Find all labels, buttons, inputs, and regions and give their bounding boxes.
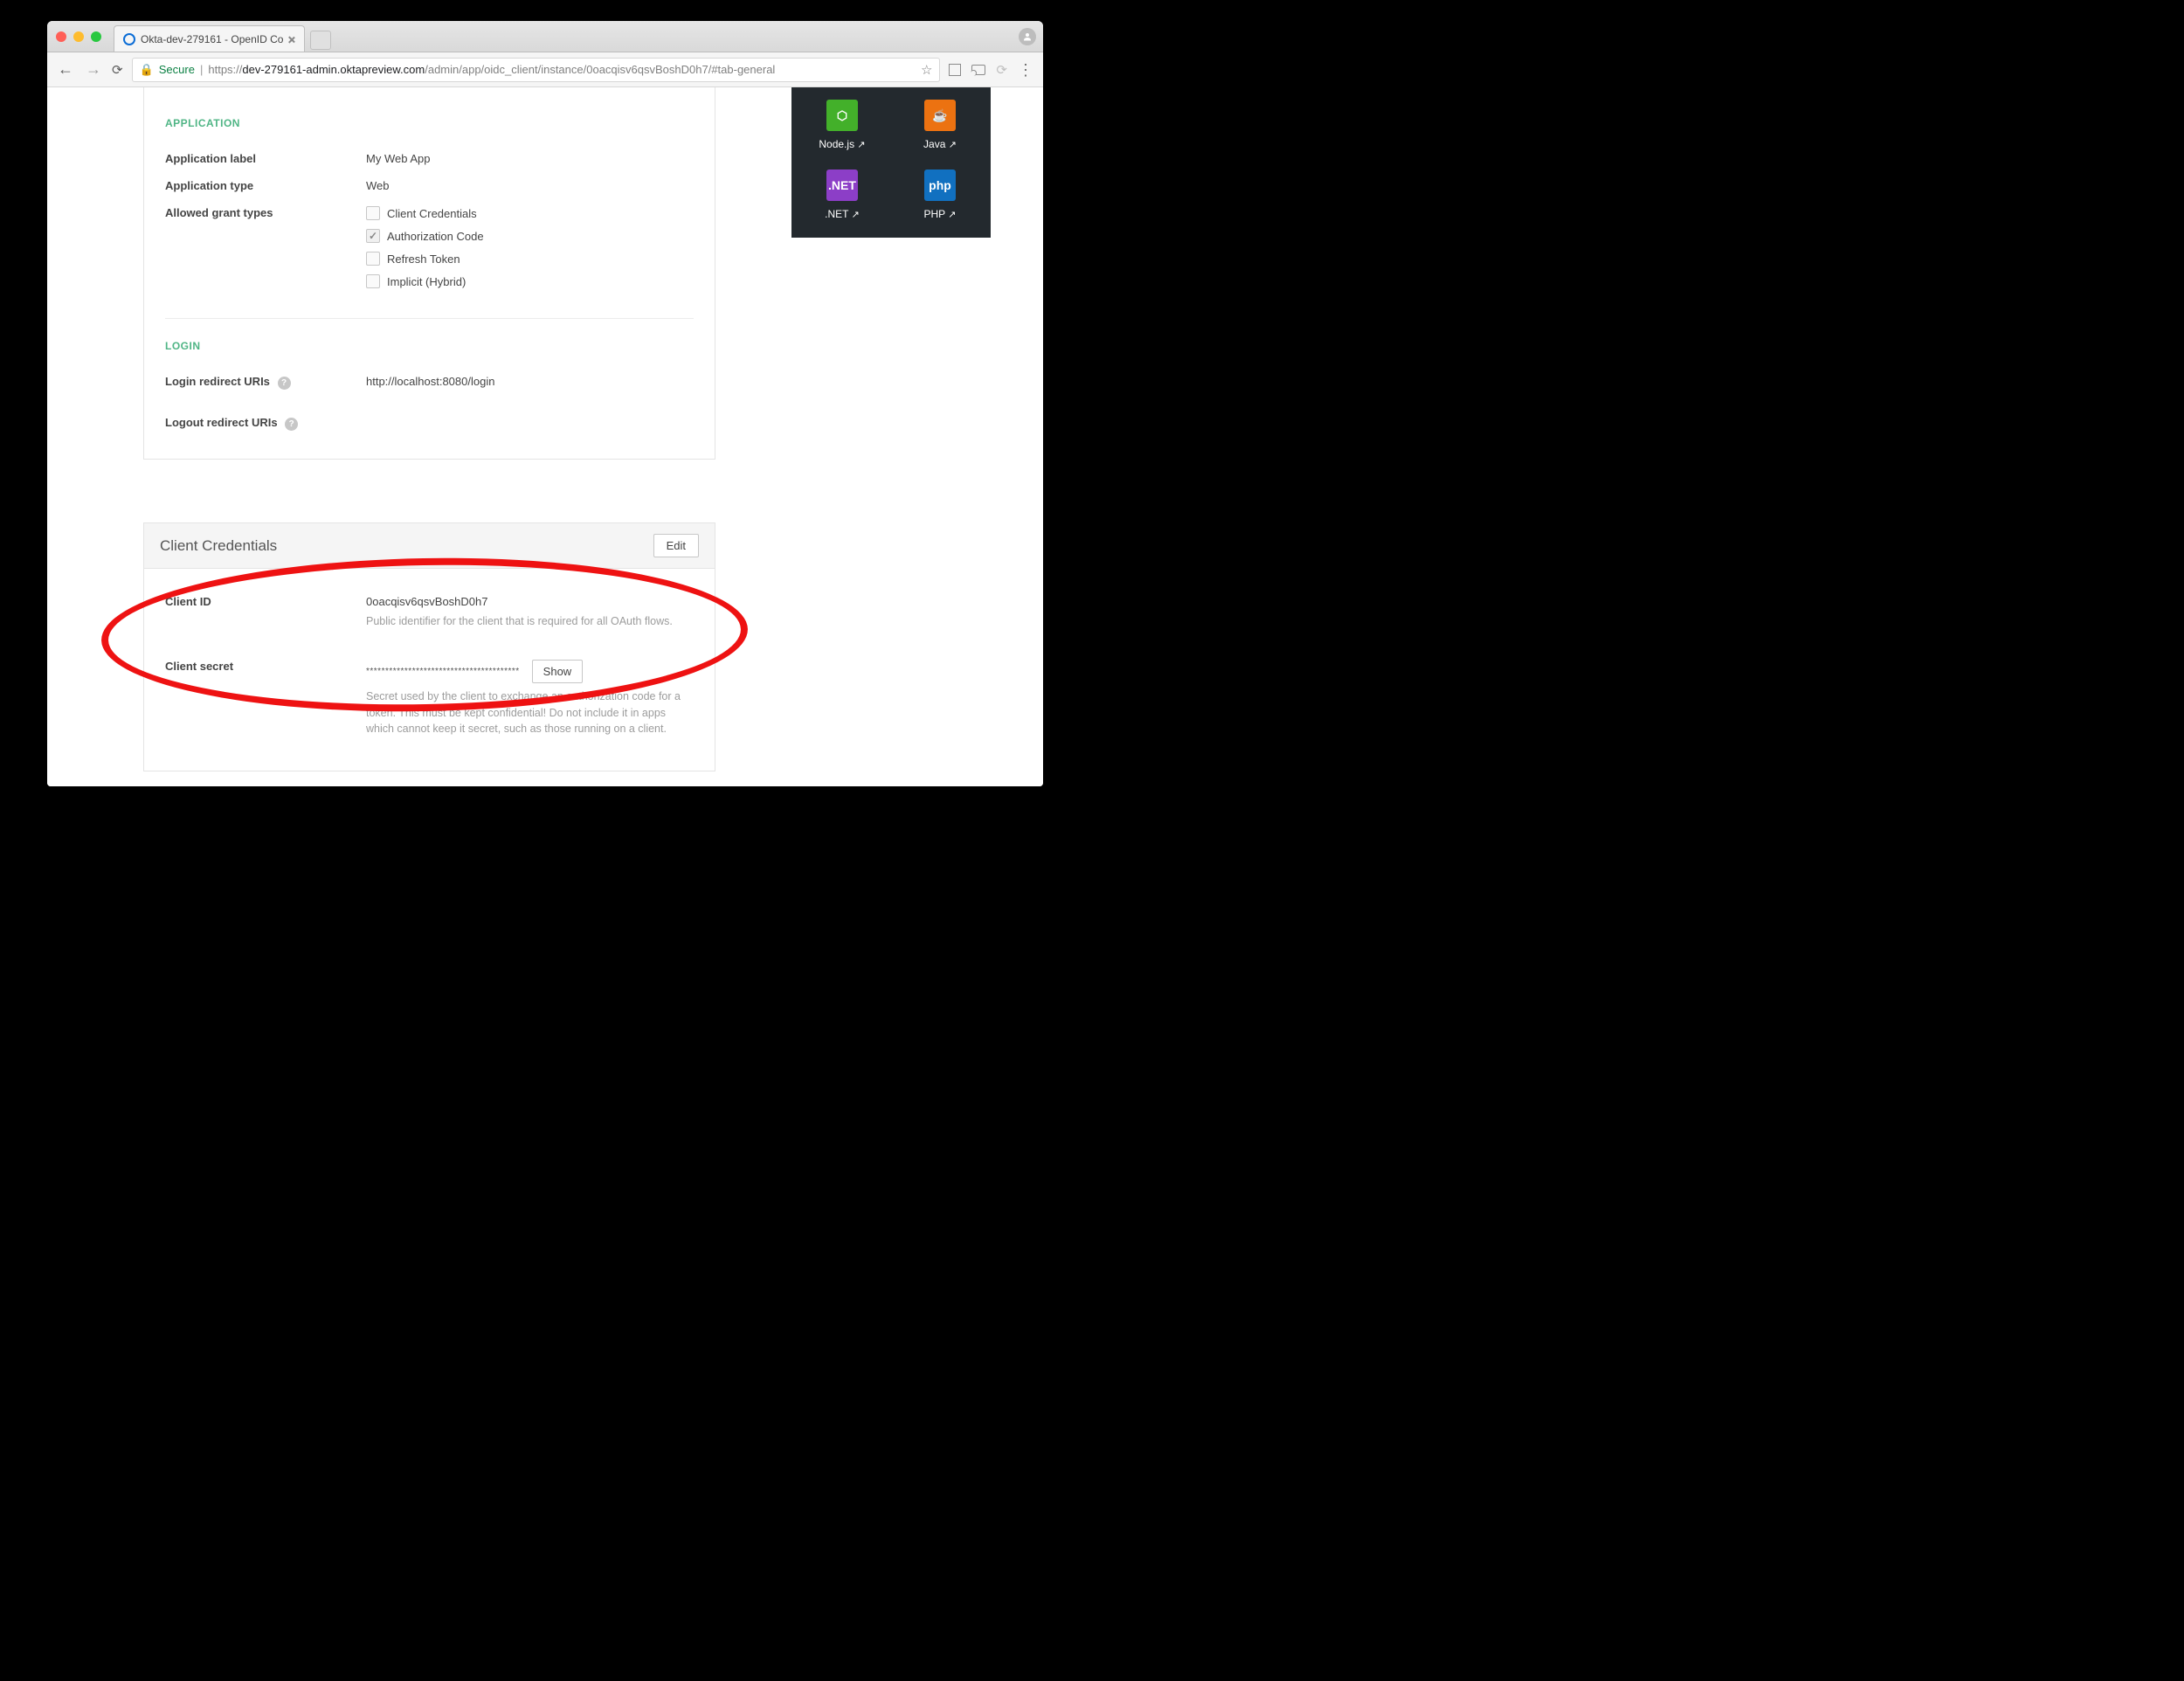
field-login-redirect: Login redirect URIs ? http://localhost:8… xyxy=(165,368,694,397)
grant-types-group: Client Credentials Authorization Code Refr… xyxy=(366,206,484,288)
client-id-label: Client ID xyxy=(165,595,366,608)
client-credentials-card: Client Credentials Edit Client ID 0oacqi… xyxy=(143,522,715,771)
general-settings-card: APPLICATION Application label My Web App… xyxy=(143,87,715,460)
label-logout-redirect: Logout redirect URIs ? xyxy=(165,416,366,431)
value-application-type: Web xyxy=(366,179,390,192)
sdk-link-net[interactable]: .NET .NET ↗ xyxy=(825,169,860,220)
edit-button[interactable]: Edit xyxy=(653,534,699,557)
client-secret-row: Client secret **************************… xyxy=(165,653,694,744)
external-link-icon: ↗ xyxy=(948,210,956,220)
close-window-icon[interactable] xyxy=(56,31,66,42)
sdk-link-php[interactable]: php PHP ↗ xyxy=(923,169,956,220)
okta-favicon-icon xyxy=(123,33,135,45)
grant-type-option[interactable]: Implicit (Hybrid) xyxy=(366,274,484,288)
divider xyxy=(165,318,694,319)
reload-button[interactable]: ⟳ xyxy=(112,62,123,78)
field-application-type: Application type Web xyxy=(165,172,694,199)
client-secret-masked: **************************************** xyxy=(366,667,520,676)
client-id-row: Client ID 0oacqisv6qsvBoshD0h7 Public id… xyxy=(165,588,694,637)
close-tab-icon[interactable] xyxy=(288,36,295,43)
credentials-header: Client Credentials Edit xyxy=(144,523,715,569)
credentials-body: Client ID 0oacqisv6qsvBoshD0h7 Public id… xyxy=(144,569,715,771)
tab-title: Okta-dev-279161 - OpenID Co xyxy=(141,33,283,45)
checkbox-icon[interactable] xyxy=(366,274,380,288)
browser-toolbar: ← → ⟳ 🔒 Secure | https://dev-279161-admi… xyxy=(47,52,1043,87)
label-grant-types: Allowed grant types xyxy=(165,206,366,219)
value-application-label: My Web App xyxy=(366,152,430,165)
sdk-icon: ☕ xyxy=(924,100,956,131)
profile-avatar-icon[interactable] xyxy=(1019,28,1036,45)
label-application-label: Application label xyxy=(165,152,366,165)
bookmark-star-icon[interactable]: ☆ xyxy=(921,62,932,78)
back-button[interactable]: ← xyxy=(56,60,75,79)
help-icon[interactable]: ? xyxy=(278,377,291,390)
help-icon[interactable]: ? xyxy=(285,418,298,431)
separator: | xyxy=(200,63,203,76)
forward-button[interactable]: → xyxy=(84,60,103,79)
client-id-description: Public identifier for the client that is… xyxy=(366,613,694,630)
application-section-heading: APPLICATION xyxy=(165,117,694,129)
secure-label: Secure xyxy=(159,63,195,76)
sdk-icon: ⬡ xyxy=(826,100,858,131)
client-secret-value-block: ****************************************… xyxy=(366,660,694,737)
sdk-label: .NET ↗ xyxy=(825,208,860,220)
checkbox-icon[interactable] xyxy=(366,229,380,243)
grant-type-option[interactable]: Refresh Token xyxy=(366,252,484,266)
address-bar[interactable]: 🔒 Secure | https://dev-279161-admin.okta… xyxy=(132,58,941,82)
url-text: https://dev-279161-admin.oktapreview.com… xyxy=(208,63,775,76)
browser-window: Okta-dev-279161 - OpenID Co ← → ⟳ 🔒 Secu… xyxy=(47,21,1043,786)
extension-icons: ⟳ ⋮ xyxy=(949,62,1034,78)
login-section-heading: LOGIN xyxy=(165,340,694,352)
fullscreen-window-icon[interactable] xyxy=(91,31,101,42)
external-link-icon: ↗ xyxy=(949,140,957,150)
sdk-icon: .NET xyxy=(826,169,858,201)
show-secret-button[interactable]: Show xyxy=(532,660,584,683)
tab-strip: Okta-dev-279161 - OpenID Co xyxy=(47,21,1043,52)
field-application-label: Application label My Web App xyxy=(165,145,694,172)
secret-line: ****************************************… xyxy=(366,660,694,683)
cast-icon[interactable] xyxy=(971,65,985,75)
sdk-label: Node.js ↗ xyxy=(819,138,865,150)
label-login-redirect: Login redirect URIs ? xyxy=(165,375,366,390)
browser-menu-icon[interactable]: ⋮ xyxy=(1018,66,1034,73)
sdk-label: PHP ↗ xyxy=(923,208,956,220)
sdk-sidebar: ⬡ Node.js ↗ ☕ Java ↗ .NET .NET ↗ php PHP ↗ xyxy=(791,87,991,238)
client-id-value-block: 0oacqisv6qsvBoshD0h7 Public identifier f… xyxy=(366,595,694,630)
grant-type-label: Refresh Token xyxy=(387,252,460,266)
extension-icon[interactable] xyxy=(949,64,961,76)
external-link-icon: ↗ xyxy=(857,140,865,150)
lock-icon: 🔒 xyxy=(140,63,154,77)
minimize-window-icon[interactable] xyxy=(73,31,84,42)
field-grant-types: Allowed grant types Client Credentials Au… xyxy=(165,199,694,295)
client-secret-description: Secret used by the client to exchange an… xyxy=(366,688,694,737)
client-secret-label: Client secret xyxy=(165,660,366,673)
value-login-redirect: http://localhost:8080/login xyxy=(366,375,494,388)
client-id-value: 0oacqisv6qsvBoshD0h7 xyxy=(366,595,694,608)
field-logout-redirect: Logout redirect URIs ? xyxy=(165,409,694,438)
sync-icon[interactable]: ⟳ xyxy=(996,62,1007,78)
sdk-icon: php xyxy=(924,169,956,201)
browser-tab[interactable]: Okta-dev-279161 - OpenID Co xyxy=(114,25,305,52)
grant-type-label: Client Credentials xyxy=(387,207,477,220)
grant-type-label: Implicit (Hybrid) xyxy=(387,275,466,288)
label-application-type: Application type xyxy=(165,179,366,192)
sdk-link-nodejs[interactable]: ⬡ Node.js ↗ xyxy=(819,100,865,150)
checkbox-icon[interactable] xyxy=(366,252,380,266)
page-viewport: APPLICATION Application label My Web App… xyxy=(47,87,1043,786)
sdk-label: Java ↗ xyxy=(923,138,957,150)
okta-admin-page: APPLICATION Application label My Web App… xyxy=(47,87,1043,786)
window-controls xyxy=(56,31,101,42)
new-tab-button[interactable] xyxy=(310,31,331,50)
checkbox-icon[interactable] xyxy=(366,206,380,220)
grant-type-option[interactable]: Client Credentials xyxy=(366,206,484,220)
external-link-icon: ↗ xyxy=(852,210,860,220)
sdk-link-java[interactable]: ☕ Java ↗ xyxy=(923,100,957,150)
credentials-title: Client Credentials xyxy=(160,537,277,555)
grant-type-label: Authorization Code xyxy=(387,230,484,243)
grant-type-option[interactable]: Authorization Code xyxy=(366,229,484,243)
